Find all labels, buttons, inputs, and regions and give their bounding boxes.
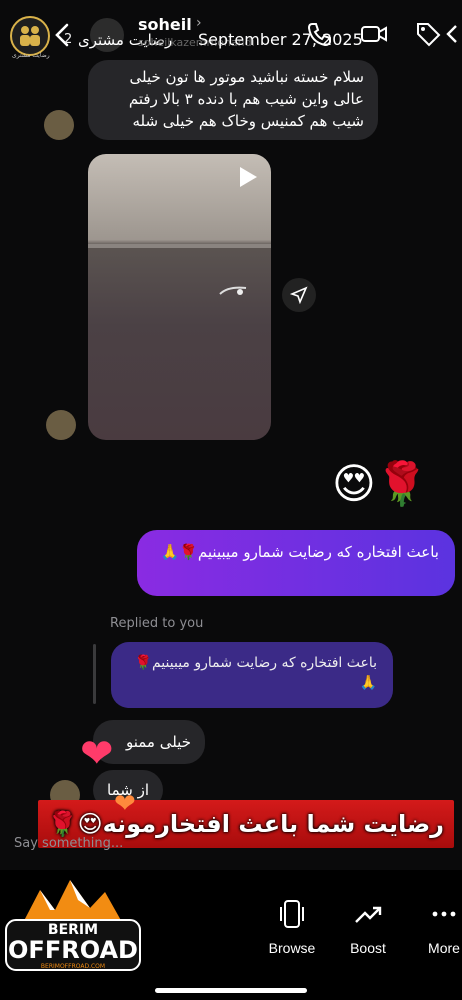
browse-button[interactable]: Browse (262, 898, 322, 956)
story-highlight-caption: رضایت مشتری (12, 52, 50, 59)
back-chevron-icon[interactable] (442, 20, 462, 48)
video-horizon (88, 244, 271, 248)
quoted-reply[interactable]: باعث افتخاره که رضایت شمارو میبینیم🌹🙏 (111, 642, 393, 708)
more-dots-icon (432, 911, 456, 917)
banner-text: رضایت شما باعث افتخارمونه😍🌹 (47, 810, 444, 838)
message-date: September 27, 2025 (198, 30, 363, 49)
riders-icon (20, 26, 40, 46)
boost-label: Boost (350, 940, 386, 956)
send-icon (290, 286, 308, 304)
more-button[interactable]: More (414, 898, 462, 956)
trend-up-icon (355, 906, 382, 923)
logo-line2: OFFROAD (8, 936, 138, 964)
unread-count: 2 (64, 32, 73, 47)
browse-label: Browse (268, 940, 316, 956)
contact-name[interactable]: soheil (138, 15, 192, 34)
heart-icon: ❤ (114, 789, 136, 819)
call-icon[interactable] (305, 20, 333, 48)
tag-icon[interactable] (414, 20, 442, 48)
boost-button[interactable]: Boost (338, 898, 398, 956)
phone-icon (280, 900, 304, 928)
home-indicator[interactable] (155, 988, 307, 993)
replied-label: Replied to you (110, 616, 204, 631)
message-input[interactable]: Say something... (14, 836, 123, 851)
video-message[interactable] (88, 154, 271, 440)
incoming-message[interactable]: سلام خسته نباشید موتور ها تون خیلی عالی … (88, 60, 378, 140)
story-highlight-avatar[interactable] (10, 16, 50, 56)
outgoing-message-text: باعث افتخاره که رضایت شمارو میبینیم🌹🙏 (160, 543, 439, 561)
share-button[interactable] (282, 278, 316, 312)
logo-line3: BERIMOFFROAD.COM (41, 963, 105, 970)
reply-indicator-bar (93, 644, 96, 704)
play-icon[interactable] (234, 164, 260, 190)
outgoing-message[interactable]: باعث افتخاره که رضایت شمارو میبینیم🌹🙏 (137, 530, 455, 596)
more-label: More (428, 940, 460, 956)
emoji-reaction: 😍🌹 (332, 459, 429, 508)
quoted-reply-text: باعث افتخاره که رضایت شمارو میبینیم🌹🙏 (134, 655, 377, 691)
video-call-icon[interactable] (360, 20, 388, 48)
dirt-bike-figure (219, 286, 247, 295)
chevron-right-icon: › (196, 15, 202, 31)
berim-offroad-logo: BERIM OFFROAD BERIMOFFROAD.COM (5, 880, 141, 971)
sender-avatar[interactable] (46, 410, 76, 440)
sender-avatar[interactable] (44, 110, 74, 140)
